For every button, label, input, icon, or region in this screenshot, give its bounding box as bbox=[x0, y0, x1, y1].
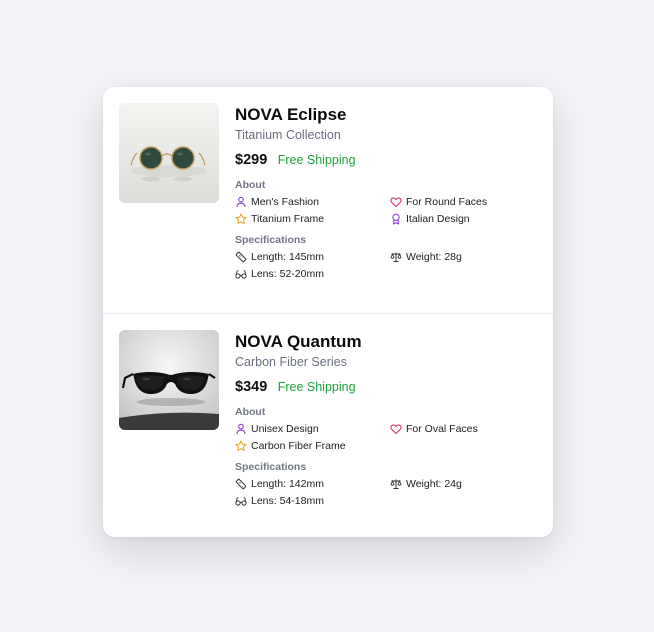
product-name[interactable]: NOVA Eclipse bbox=[235, 105, 543, 125]
spec-item: Length: 145mm bbox=[235, 250, 390, 264]
product-card[interactable]: NOVA Quantum Carbon Fiber Series $349 Fr… bbox=[103, 313, 553, 537]
scale-icon bbox=[390, 251, 402, 263]
specifications-heading: Specifications bbox=[235, 461, 307, 473]
shipping-badge: Free Shipping bbox=[277, 153, 356, 167]
about-item: Italian Design bbox=[390, 212, 540, 226]
spec-item: Lens: 54-18mm bbox=[235, 494, 390, 508]
product-price: $299 bbox=[235, 152, 268, 168]
about-list: Unisex Design For Oval Faces Carbon Fibe… bbox=[235, 422, 543, 453]
product-collection: Carbon Fiber Series bbox=[235, 355, 347, 369]
product-list-card: NOVA Eclipse Titanium Collection $299 Fr… bbox=[103, 87, 553, 537]
glasses-icon bbox=[235, 268, 247, 280]
spec-item: Length: 142mm bbox=[235, 477, 390, 491]
award-icon bbox=[390, 213, 402, 225]
about-heading: About bbox=[235, 179, 266, 191]
about-item: Titanium Frame bbox=[235, 212, 390, 226]
star-icon bbox=[235, 440, 247, 452]
star-icon bbox=[235, 213, 247, 225]
shipping-badge: Free Shipping bbox=[277, 380, 356, 394]
specifications-heading: Specifications bbox=[235, 234, 307, 246]
about-item: For Round Faces bbox=[390, 195, 540, 209]
product-price: $349 bbox=[235, 379, 268, 395]
ruler-icon bbox=[235, 251, 247, 263]
heart-icon bbox=[390, 196, 402, 208]
heart-icon bbox=[390, 423, 402, 435]
about-item: Unisex Design bbox=[235, 422, 390, 436]
ruler-icon bbox=[235, 478, 247, 490]
product-image[interactable] bbox=[119, 330, 219, 430]
about-item: Carbon Fiber Frame bbox=[235, 439, 390, 453]
specifications-list: Length: 142mm Weight: 24g Lens: 54-18mm bbox=[235, 477, 543, 508]
person-icon bbox=[235, 196, 247, 208]
specifications-list: Length: 145mm Weight: 28g Lens: 52-20mm bbox=[235, 250, 543, 281]
spec-item: Weight: 24g bbox=[390, 477, 540, 491]
product-image[interactable] bbox=[119, 103, 219, 203]
about-item: For Oval Faces bbox=[390, 422, 540, 436]
spec-item: Lens: 52-20mm bbox=[235, 267, 390, 281]
product-name[interactable]: NOVA Quantum bbox=[235, 332, 543, 352]
scale-icon bbox=[390, 478, 402, 490]
about-heading: About bbox=[235, 406, 266, 418]
about-list: Men's Fashion For Round Faces Titanium F… bbox=[235, 195, 543, 226]
spec-item: Weight: 28g bbox=[390, 250, 540, 264]
about-item: Men's Fashion bbox=[235, 195, 390, 209]
product-collection: Titanium Collection bbox=[235, 128, 341, 142]
person-icon bbox=[235, 423, 247, 435]
product-card[interactable]: NOVA Eclipse Titanium Collection $299 Fr… bbox=[103, 87, 553, 313]
glasses-icon bbox=[235, 495, 247, 507]
